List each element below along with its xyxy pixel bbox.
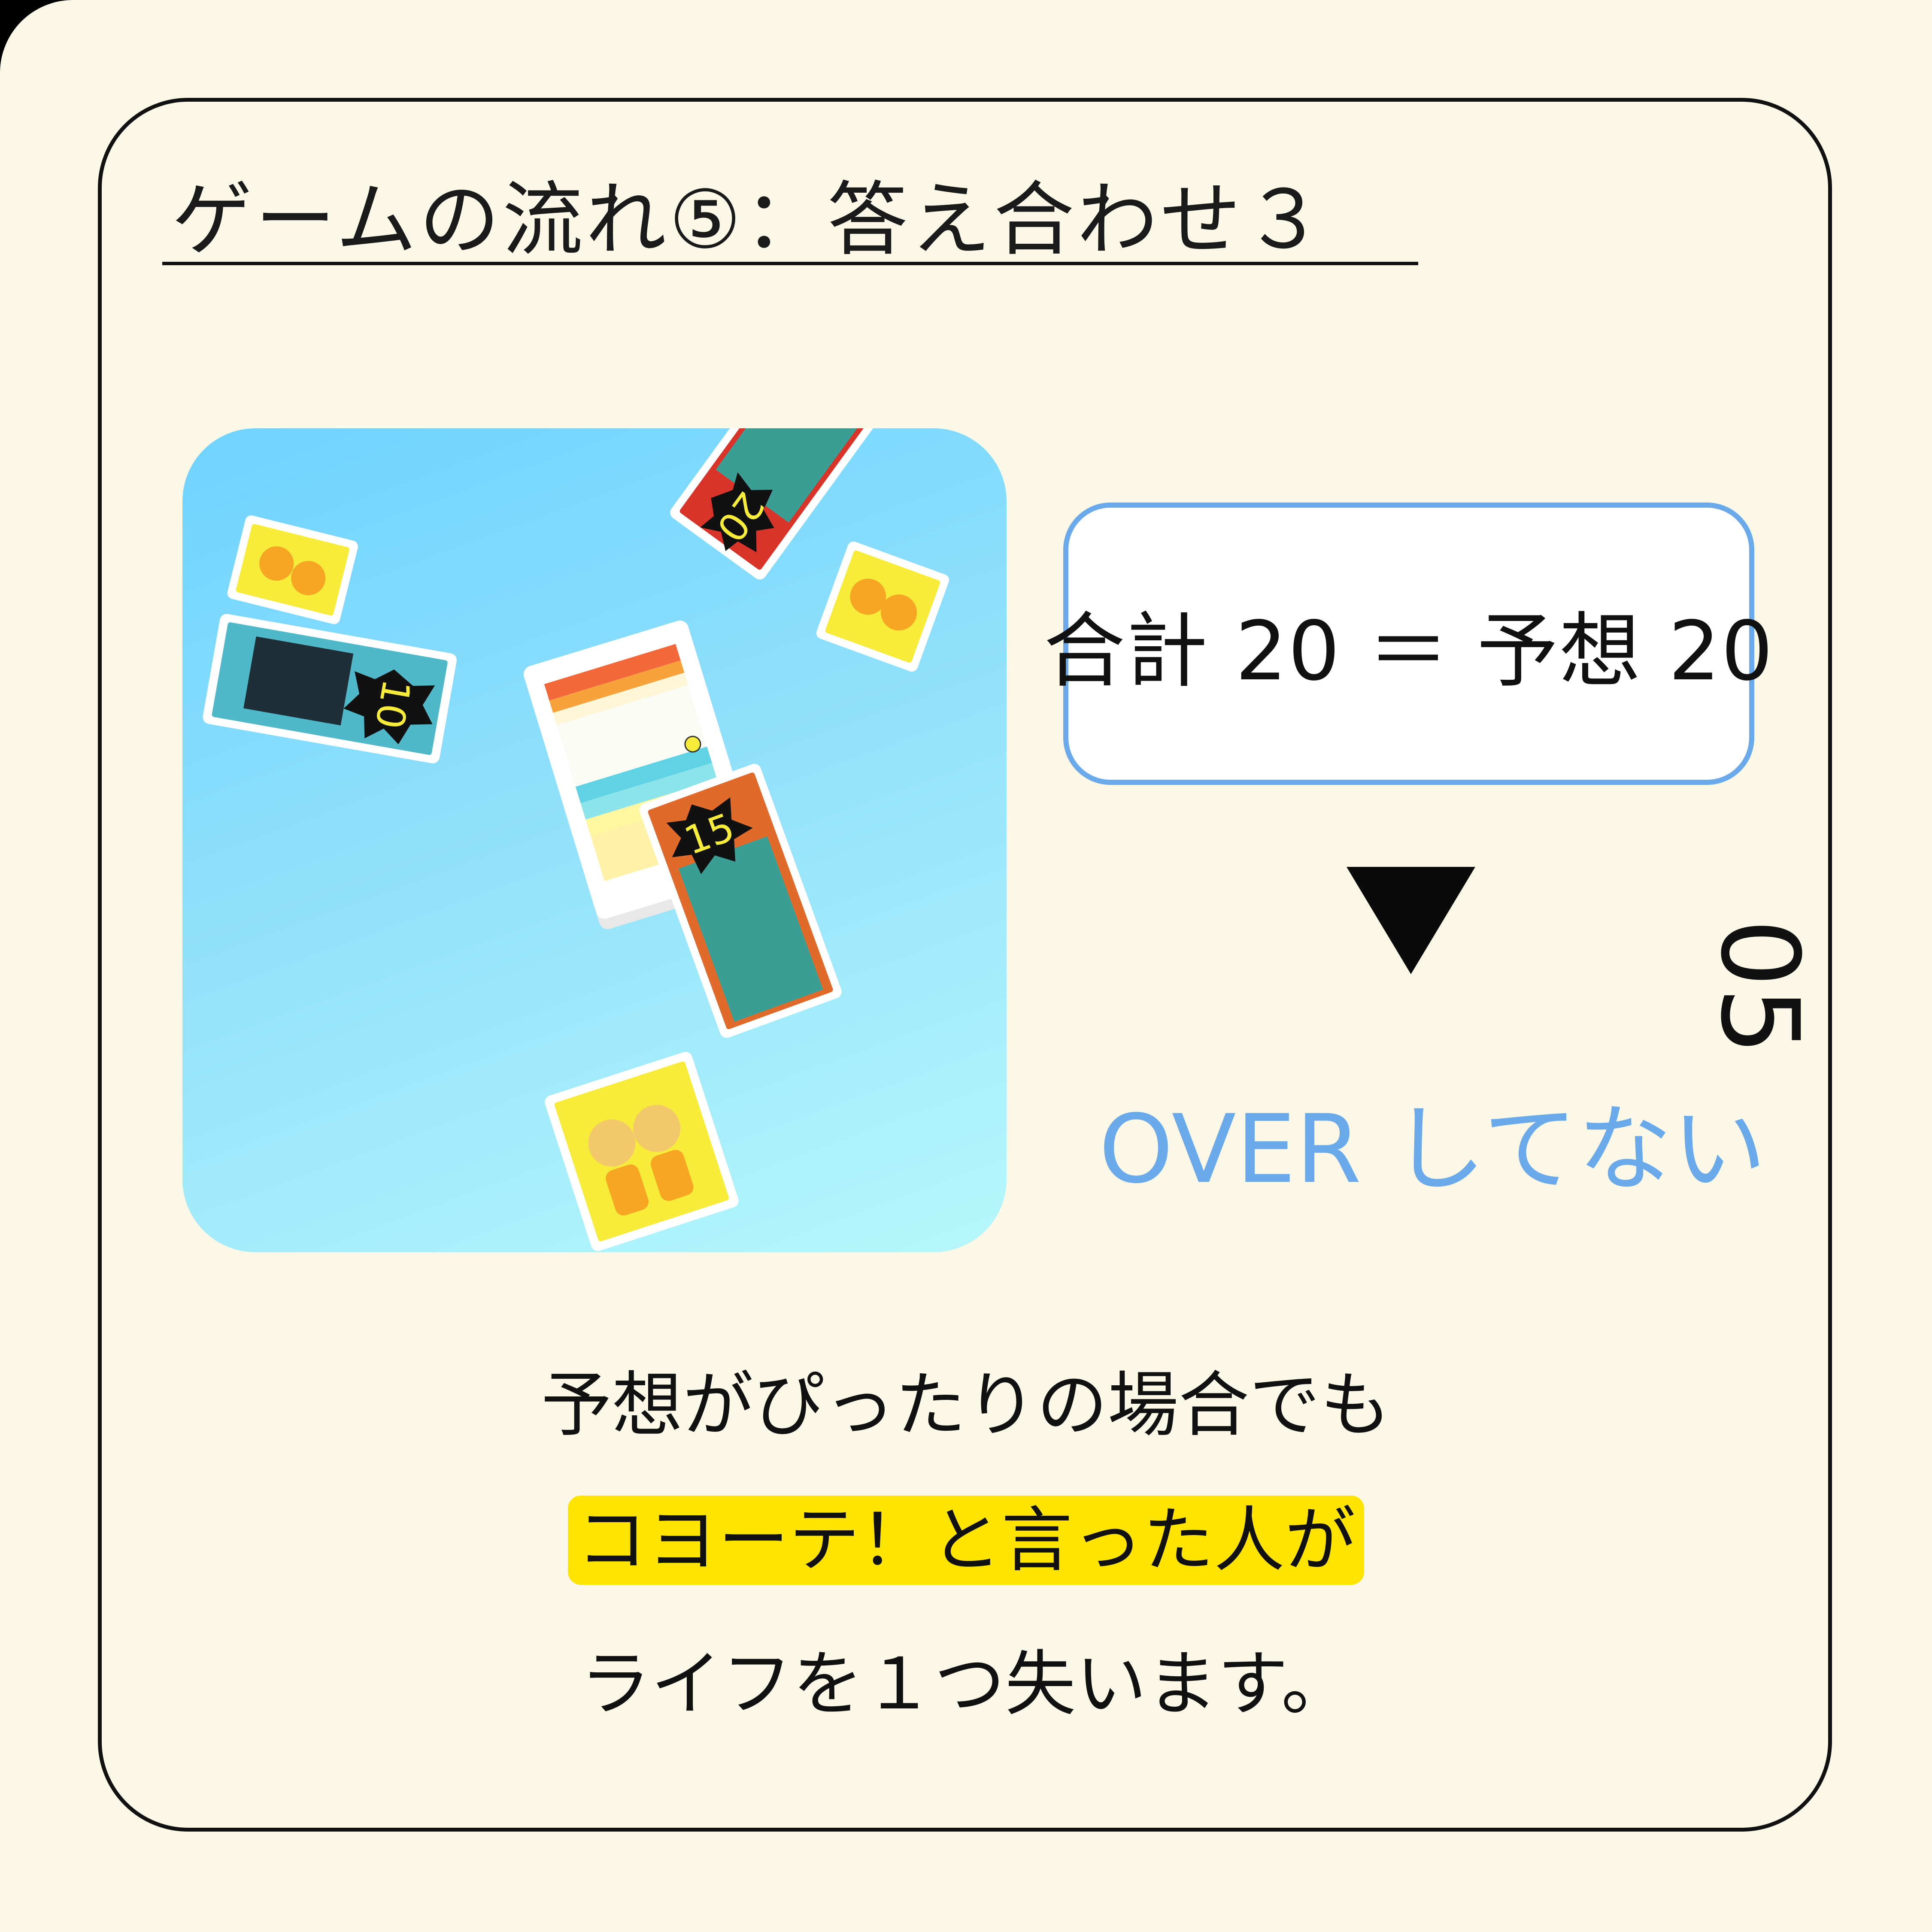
- body-line-2-highlight: コヨーテ！と言った人が: [568, 1496, 1364, 1585]
- coyote-card-2: [816, 541, 949, 672]
- page-title: ゲームの流れ⑤：答え合わせ３: [172, 173, 1327, 267]
- down-triangle-icon: [1347, 867, 1475, 974]
- cards-illustration: 10 20 15: [203, 428, 949, 1251]
- equation-text: 合計 20 ＝ 予想 20: [1043, 603, 1774, 699]
- title-underline: [162, 262, 1418, 265]
- body-line-2: コヨーテ！と言った人が: [0, 1483, 1932, 1585]
- card-10-value: 10: [366, 676, 419, 732]
- body-line-1: 予想がぴったりの場合でも: [0, 1348, 1932, 1450]
- body-line-1-text: 予想がぴったりの場合でも: [541, 1364, 1391, 1446]
- equation-box: 合計 20 ＝ 予想 20: [1043, 503, 1773, 785]
- coyote-card-1: [227, 515, 358, 624]
- page-number: 05: [1697, 918, 1823, 1056]
- body-line-3: ライフを１つ失います。: [0, 1626, 1932, 1729]
- coyote-card-3: [545, 1051, 739, 1251]
- slide: ゲームの流れ⑤：答え合わせ３ 10 20 15 合計 20 ＝ 予想 20 05…: [0, 0, 1932, 1932]
- body-line-3-text: ライフを１つ失います。: [580, 1643, 1352, 1725]
- number-card-10: 10: [203, 614, 457, 763]
- status-text: OVER してない: [1099, 1094, 1766, 1204]
- game-photo: 10 20 15: [182, 428, 1007, 1252]
